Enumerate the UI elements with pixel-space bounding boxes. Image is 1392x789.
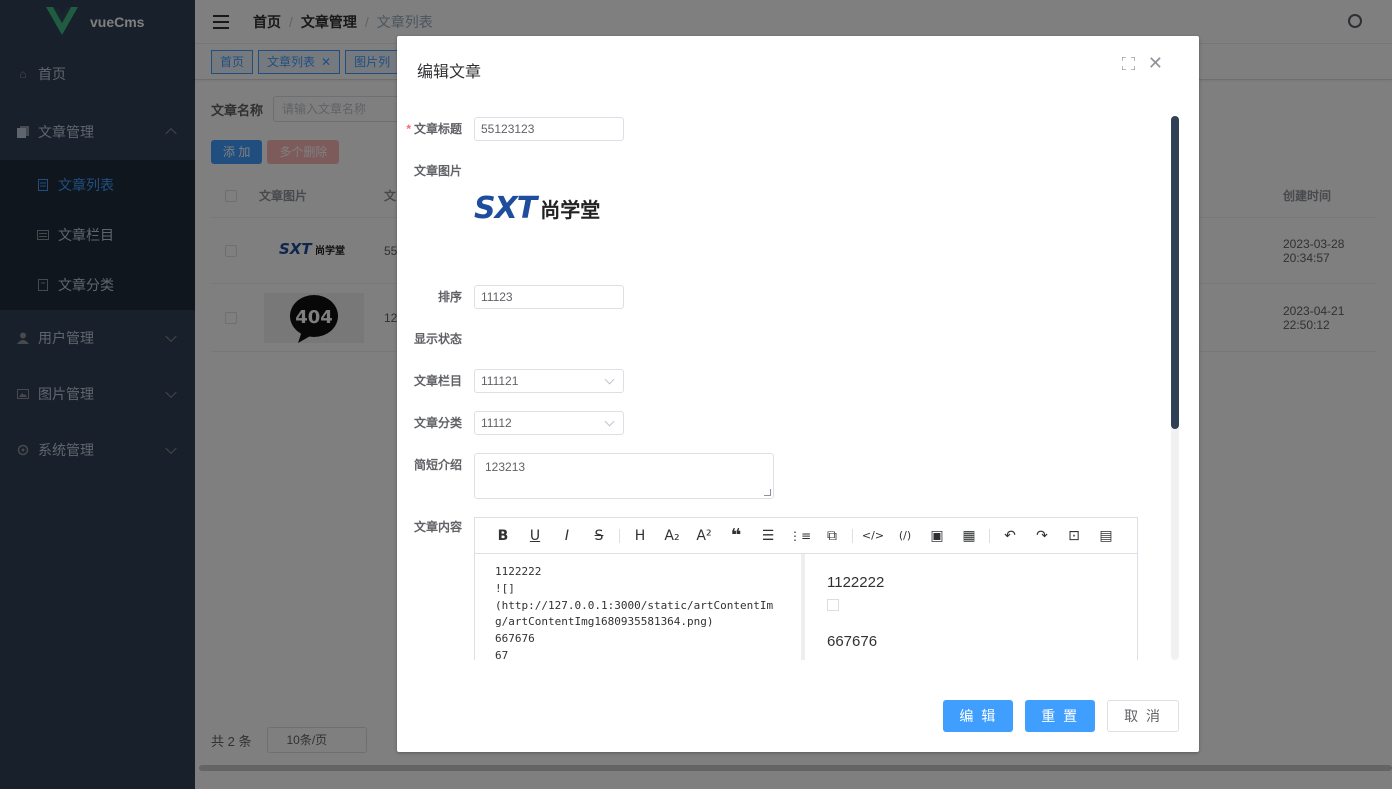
ordered-list-icon[interactable]: ⋮≡ — [784, 526, 816, 546]
fullscreen-icon[interactable] — [1122, 57, 1135, 70]
category-label: 文章分类 — [413, 416, 462, 430]
category-value: 11112 — [481, 416, 512, 430]
uploaded-image: SXT 尚学堂 — [474, 173, 614, 243]
broken-image-icon — [827, 599, 839, 611]
title-label: 文章标题 — [413, 122, 462, 136]
toolbar-divider — [619, 528, 620, 543]
sort-input[interactable]: 11123 — [474, 285, 624, 309]
sort-label: 排序 — [437, 290, 462, 304]
strikethrough-icon[interactable]: S — [583, 526, 615, 546]
reset-button[interactable]: 重 置 — [1025, 700, 1096, 732]
form-label: * 文章标题 — [406, 122, 462, 136]
image-icon[interactable]: ▣ — [921, 526, 953, 546]
quote-icon[interactable]: ❝ — [720, 525, 752, 546]
category-select[interactable]: 11112 — [474, 411, 624, 435]
preview-line: 1122222 — [827, 574, 885, 591]
cancel-button[interactable]: 取 消 — [1107, 700, 1179, 732]
superscript-icon[interactable]: A² — [688, 526, 720, 546]
form-item-content: 文章内容 B U I S H A₂ A² ❝ ☰ ⋮≡ ⧉ </> (/) ▣ … — [397, 517, 1138, 660]
content-label: 文章内容 — [413, 520, 462, 534]
column-select[interactable]: 111121 — [474, 369, 624, 393]
form-item-intro: 简短介绍 123213 — [397, 453, 774, 499]
form-item-column: 文章栏目 111121 — [397, 369, 624, 393]
form-item-sort: 排序 11123 — [397, 285, 624, 309]
code-block-icon[interactable]: ⧉ — [816, 526, 848, 546]
save-icon[interactable]: ⊡ — [1058, 526, 1090, 546]
undo-icon[interactable]: ↶ — [994, 526, 1026, 546]
editor-source[interactable]: 1122222 ![] (http://127.0.0.1:3000/stati… — [475, 554, 805, 660]
subscript-icon[interactable]: A₂ — [656, 526, 688, 546]
editor-toolbar: B U I S H A₂ A² ❝ ☰ ⋮≡ ⧉ </> (/) ▣ ▦ ↶ ↷… — [475, 518, 1137, 554]
sxt-logo-cn: 尚学堂 — [540, 199, 601, 222]
heading-icon[interactable]: H — [624, 526, 656, 546]
image-label: 文章图片 — [413, 164, 462, 178]
column-label: 文章栏目 — [413, 374, 462, 388]
chevron-down-icon — [604, 416, 615, 427]
form-item-status: 显示状态 — [397, 327, 474, 351]
editor-preview: 1122222 667676 — [809, 554, 1137, 660]
edit-button[interactable]: 编 辑 — [943, 700, 1014, 732]
bold-icon[interactable]: B — [487, 526, 519, 546]
table-icon[interactable]: ▦ — [953, 526, 985, 546]
close-icon[interactable]: ✕ — [1148, 53, 1163, 73]
inline-code-icon[interactable]: </> — [857, 526, 889, 546]
sxt-logo-text: SXT — [474, 190, 537, 226]
markdown-editor[interactable]: B U I S H A₂ A² ❝ ☰ ⋮≡ ⧉ </> (/) ▣ ▦ ↶ ↷… — [474, 517, 1138, 660]
intro-label: 简短介绍 — [413, 458, 462, 472]
form-item-category: 文章分类 11112 — [397, 411, 624, 435]
title-input[interactable]: 55123123 — [474, 117, 624, 141]
redo-icon[interactable]: ↷ — [1026, 526, 1058, 546]
edit-article-dialog: 编辑文章 ✕ * 文章标题 55123123 文章图片 SXT 尚学堂 排序 11… — [397, 36, 1199, 752]
dialog-scrollbar[interactable] — [1171, 116, 1179, 660]
preview-icon[interactable]: ▤ — [1090, 526, 1122, 546]
dialog-body: * 文章标题 55123123 文章图片 SXT 尚学堂 排序 11123 显示状… — [397, 116, 1179, 660]
form-item-title: * 文章标题 55123123 — [397, 117, 624, 141]
intro-value: 123213 — [485, 460, 526, 474]
intro-textarea[interactable]: 123213 — [474, 453, 774, 499]
preview-line: 667676 — [827, 633, 878, 650]
italic-icon[interactable]: I — [551, 526, 583, 546]
unordered-list-icon[interactable]: ☰ — [752, 526, 784, 546]
form-item-image: 文章图片 SXT 尚学堂 — [397, 159, 614, 243]
column-value: 111121 — [481, 374, 519, 388]
toolbar-divider — [989, 528, 990, 543]
status-label: 显示状态 — [413, 332, 462, 346]
resize-handle-icon[interactable] — [764, 489, 771, 496]
chevron-down-icon — [604, 374, 615, 385]
image-uploader[interactable]: SXT 尚学堂 — [474, 159, 614, 243]
dialog-footer: 编 辑 重 置 取 消 — [931, 700, 1179, 732]
underline-icon[interactable]: U — [519, 526, 551, 546]
dialog-title: 编辑文章 — [417, 64, 482, 81]
toolbar-divider — [852, 528, 853, 543]
formula-icon[interactable]: (/) — [889, 526, 921, 546]
scrollbar-thumb[interactable] — [1171, 116, 1179, 429]
